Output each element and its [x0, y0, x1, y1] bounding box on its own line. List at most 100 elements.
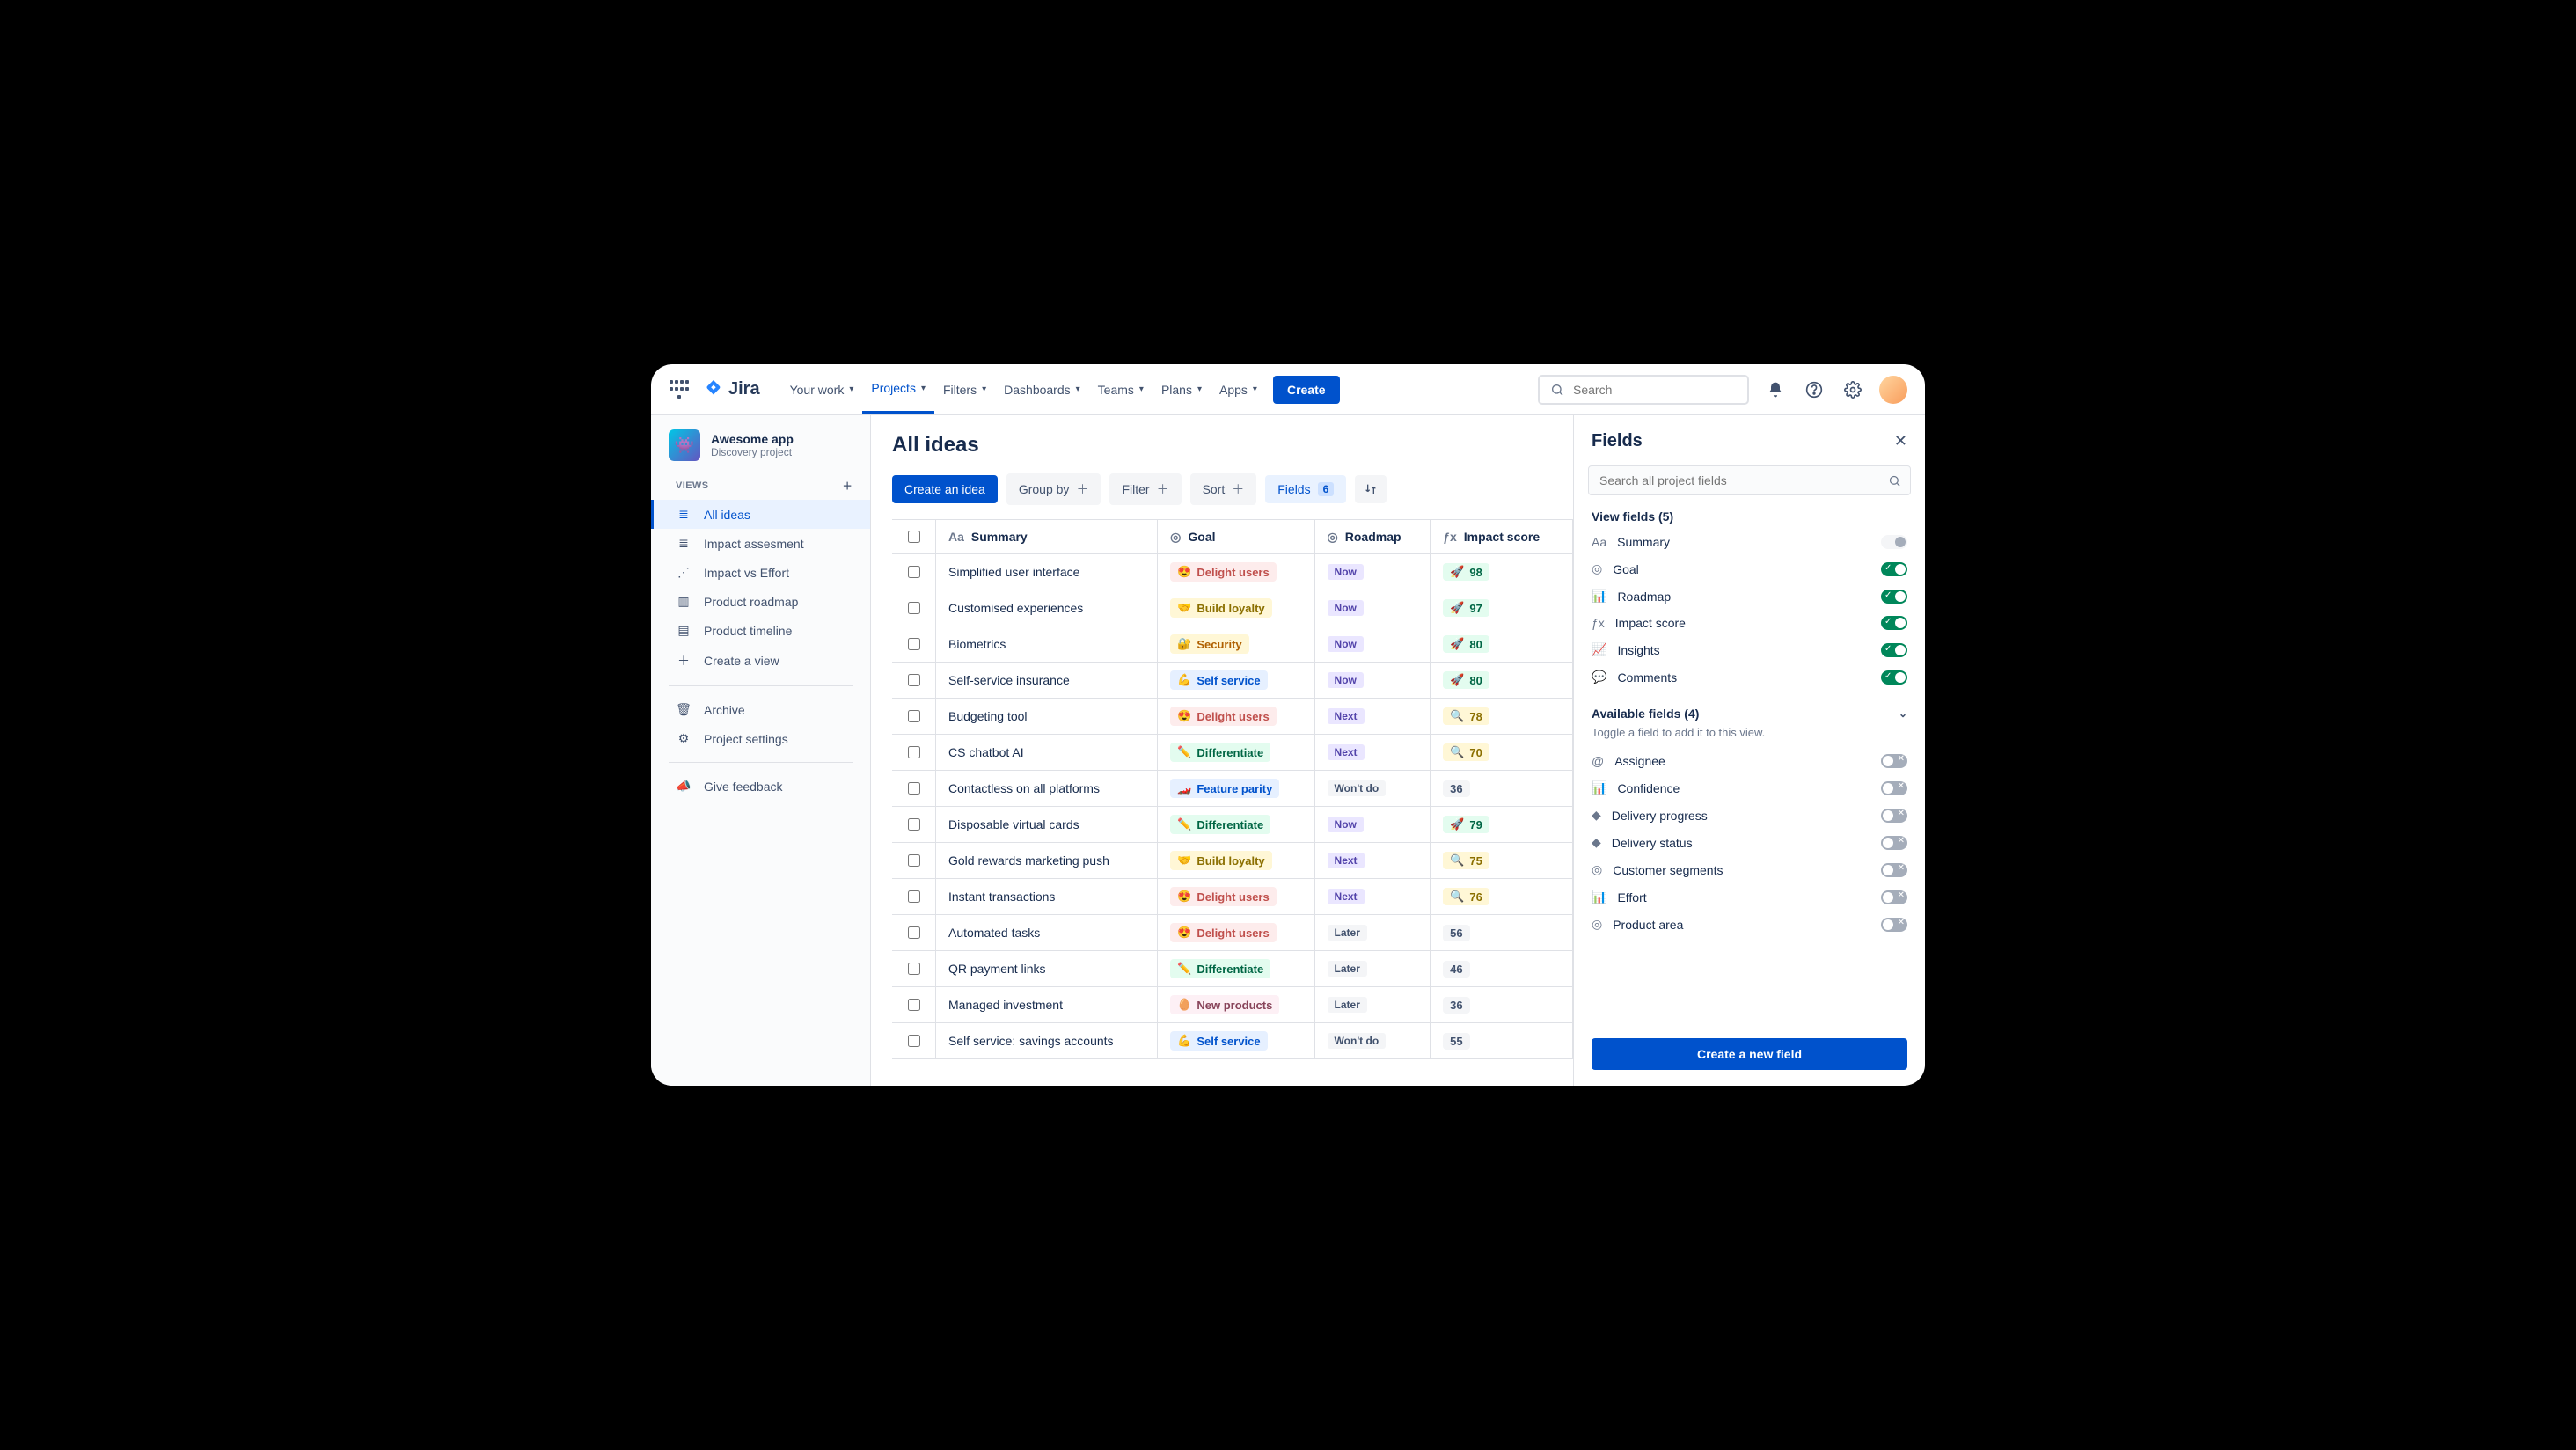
row-checkbox[interactable] — [908, 926, 920, 939]
table-row[interactable]: Simplified user interface 😍Delight users… — [892, 554, 1573, 590]
row-checkbox[interactable] — [908, 818, 920, 831]
nav-your-work[interactable]: Your work▾ — [781, 365, 863, 414]
notifications-icon[interactable] — [1763, 377, 1788, 402]
field-toggle[interactable] — [1881, 781, 1907, 795]
project-header[interactable]: 👾 Awesome app Discovery project — [651, 429, 870, 479]
goal-tag: 💪Self service — [1170, 670, 1267, 690]
row-checkbox[interactable] — [908, 1035, 920, 1047]
sidebar-archive[interactable]: 🗑Archive — [651, 695, 870, 724]
nav-filters[interactable]: Filters▾ — [934, 365, 995, 414]
field-toggle[interactable] — [1881, 918, 1907, 932]
field-toggle[interactable] — [1881, 890, 1907, 904]
table-row[interactable]: Gold rewards marketing push 🤝Build loyal… — [892, 843, 1573, 879]
available-fields-label: Available fields (4) — [1592, 707, 1699, 721]
sort-button[interactable]: Sort＋ — [1190, 473, 1257, 505]
table-row[interactable]: Instant transactions 😍Delight users Next… — [892, 879, 1573, 915]
bars-icon: 📊 — [1592, 589, 1606, 604]
cell-summary: Gold rewards marketing push — [936, 843, 1158, 879]
table-row[interactable]: Budgeting tool 😍Delight users Next 🔍78 — [892, 699, 1573, 735]
project-name: Awesome app — [711, 432, 794, 446]
row-checkbox[interactable] — [908, 602, 920, 614]
create-idea-button[interactable]: Create an idea — [892, 475, 998, 503]
row-checkbox[interactable] — [908, 890, 920, 903]
nav-dashboards[interactable]: Dashboards▾ — [995, 365, 1089, 414]
help-icon[interactable] — [1802, 377, 1826, 402]
ideas-table-wrap[interactable]: AaSummary◎Goal◎RoadmapƒxImpact score Sim… — [892, 519, 1573, 1059]
column-header-summary[interactable]: AaSummary — [936, 520, 1158, 554]
table-row[interactable]: Automated tasks 😍Delight users Later 56 — [892, 915, 1573, 951]
field-toggle[interactable] — [1881, 754, 1907, 768]
global-search[interactable] — [1538, 375, 1749, 405]
table-row[interactable]: QR payment links ✏️Differentiate Later 4… — [892, 951, 1573, 987]
close-icon[interactable]: ✕ — [1894, 432, 1907, 450]
jira-logo[interactable]: Jira — [704, 379, 760, 399]
row-checkbox[interactable] — [908, 963, 920, 975]
cell-impact: 46 — [1431, 951, 1573, 987]
sidebar-view-impact-assesment[interactable]: ≣Impact assesment — [651, 529, 870, 558]
sidebar-view-create-a-view[interactable]: ＋Create a view — [651, 645, 870, 677]
settings-icon[interactable] — [1841, 377, 1865, 402]
row-checkbox[interactable] — [908, 854, 920, 867]
cell-roadmap: Later — [1314, 915, 1431, 951]
nav-projects[interactable]: Projects▾ — [862, 365, 934, 414]
autosort-button[interactable] — [1355, 475, 1387, 503]
field-toggle[interactable] — [1881, 836, 1907, 850]
nav-apps[interactable]: Apps▾ — [1211, 365, 1266, 414]
create-field-button[interactable]: Create a new field — [1592, 1038, 1907, 1070]
profile-avatar[interactable] — [1879, 376, 1907, 404]
field-row-product-area: ◎Product area — [1574, 911, 1925, 938]
nav-teams[interactable]: Teams▾ — [1089, 365, 1153, 414]
field-toggle[interactable]: ✓ — [1881, 616, 1907, 630]
table-row[interactable]: CS chatbot AI ✏️Differentiate Next 🔍70 — [892, 735, 1573, 771]
row-checkbox[interactable] — [908, 674, 920, 686]
row-checkbox[interactable] — [908, 782, 920, 795]
field-toggle[interactable]: ✓ — [1881, 670, 1907, 685]
table-row[interactable]: Disposable virtual cards ✏️Differentiate… — [892, 807, 1573, 843]
fields-button[interactable]: Fields6 — [1265, 475, 1346, 503]
panel-search[interactable] — [1588, 465, 1911, 495]
row-checkbox[interactable] — [908, 746, 920, 758]
create-button[interactable]: Create — [1273, 376, 1340, 404]
cell-roadmap: Now — [1314, 663, 1431, 699]
sidebar-view-product-timeline[interactable]: ▤Product timeline — [651, 616, 870, 645]
search-input[interactable] — [1571, 382, 1737, 398]
column-header-goal[interactable]: ◎Goal — [1158, 520, 1314, 554]
field-toggle[interactable]: ✓ — [1881, 590, 1907, 604]
sidebar-project-settings[interactable]: ⚙Project settings — [651, 724, 870, 753]
table-row[interactable]: Biometrics 🔐Security Now 🚀80 — [892, 626, 1573, 663]
table-row[interactable]: Self-service insurance 💪Self service Now… — [892, 663, 1573, 699]
sidebar-view-product-roadmap[interactable]: ▥Product roadmap — [651, 587, 870, 616]
sidebar-view-impact-vs-effort[interactable]: ⋰Impact vs Effort — [651, 558, 870, 587]
field-toggle[interactable]: ✓ — [1881, 643, 1907, 657]
filter-button[interactable]: Filter＋ — [1109, 473, 1181, 505]
add-view-icon[interactable]: ＋ — [843, 479, 853, 493]
table-row[interactable]: Managed investment 🥚New products Later 3… — [892, 987, 1573, 1023]
app-frame: Jira Your work▾Projects▾Filters▾Dashboar… — [651, 364, 1925, 1086]
row-checkbox[interactable] — [908, 710, 920, 722]
search-icon — [1888, 474, 1901, 487]
row-checkbox[interactable] — [908, 999, 920, 1011]
select-all-checkbox[interactable] — [908, 531, 920, 543]
available-fields-header[interactable]: Available fields (4) ⌄ — [1574, 703, 1925, 726]
give-feedback[interactable]: 📣 Give feedback — [651, 772, 870, 801]
sidebar-view-all-ideas[interactable]: ≣All ideas — [651, 500, 870, 529]
panel-search-input[interactable] — [1598, 472, 1881, 488]
field-label: Effort — [1617, 890, 1870, 904]
field-toggle[interactable] — [1881, 863, 1907, 877]
group-by-button[interactable]: Group by＋ — [1006, 473, 1101, 505]
field-toggle[interactable] — [1881, 809, 1907, 823]
column-header-roadmap[interactable]: ◎Roadmap — [1314, 520, 1431, 554]
goal-emoji: 🏎️ — [1177, 781, 1191, 795]
nav-plans[interactable]: Plans▾ — [1153, 365, 1211, 414]
row-checkbox[interactable] — [908, 638, 920, 650]
field-toggle[interactable]: ✓ — [1881, 562, 1907, 576]
table-row[interactable]: Contactless on all platforms 🏎️Feature p… — [892, 771, 1573, 807]
column-header-impact[interactable]: ƒxImpact score — [1431, 520, 1573, 554]
goal-emoji: 🔐 — [1177, 637, 1191, 651]
nav-label: Filters — [943, 383, 977, 397]
app-switcher-icon[interactable] — [669, 379, 690, 400]
cell-summary: CS chatbot AI — [936, 735, 1158, 771]
table-row[interactable]: Customised experiences 🤝Build loyalty No… — [892, 590, 1573, 626]
row-checkbox[interactable] — [908, 566, 920, 578]
table-row[interactable]: Self service: savings accounts 💪Self ser… — [892, 1023, 1573, 1059]
